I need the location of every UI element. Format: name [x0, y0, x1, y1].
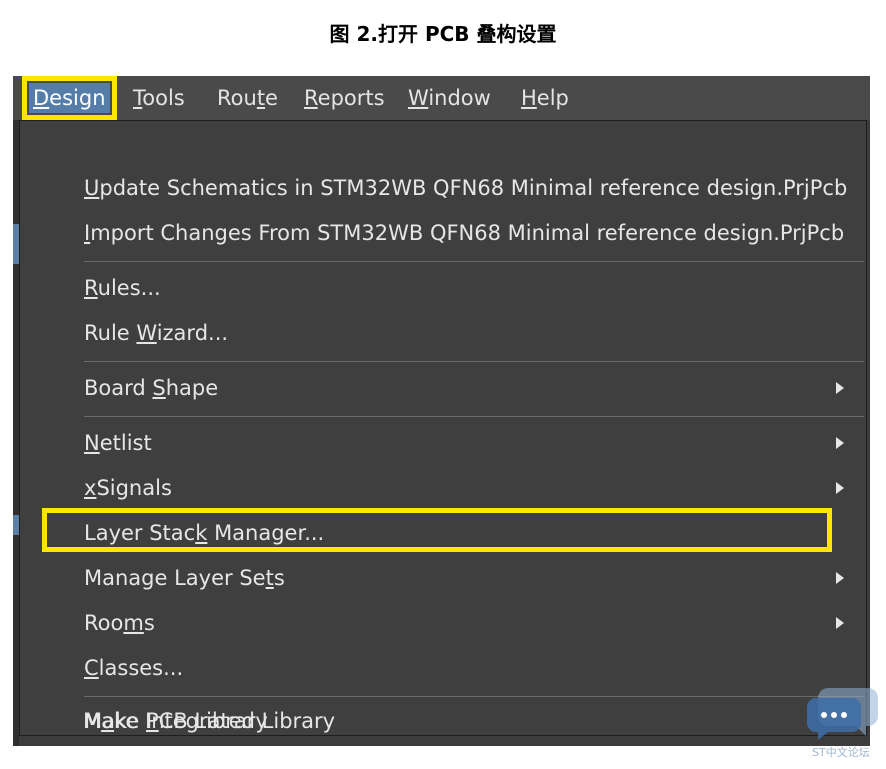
menu-item-xsignals[interactable]: xSignals: [84, 471, 172, 505]
forum-chat-icon: [807, 688, 878, 740]
menu-item-rooms[interactable]: Rooms: [84, 606, 155, 640]
menu-item-make-integrated-library[interactable]: Make Integrated Library: [83, 704, 335, 738]
menu-item-manage-layer-sets[interactable]: Manage Layer Sets: [84, 561, 285, 595]
menu-design[interactable]: Design: [22, 76, 117, 120]
highlight-box: [42, 508, 832, 552]
design-dropdown-menu: Update Schematics in STM32WB QFN68 Minim…: [19, 120, 867, 736]
menu-separator: [84, 361, 864, 362]
submenu-arrow-icon: [836, 437, 844, 449]
menu-route[interactable]: Route: [213, 83, 282, 113]
submenu-arrow-icon: [836, 572, 844, 584]
submenu-arrow-icon: [836, 482, 844, 494]
menu-item-board-shape[interactable]: Board Shape: [84, 371, 218, 405]
menu-item-update-schematics[interactable]: Update Schematics in STM32WB QFN68 Minim…: [84, 171, 847, 205]
menu-item-rules[interactable]: Rules...: [84, 271, 161, 305]
menu-tools[interactable]: Tools: [129, 83, 189, 113]
menu-item-import-changes[interactable]: Import Changes From STM32WB QFN68 Minima…: [84, 216, 844, 250]
watermark-text: ST中文论坛: [812, 746, 870, 759]
menu-separator: [84, 696, 864, 697]
menu-item-rule-wizard[interactable]: Rule Wizard...: [84, 316, 228, 350]
menu-separator: [84, 261, 864, 262]
menu-reports[interactable]: Reports: [300, 83, 389, 113]
menu-separator: [84, 416, 864, 417]
menu-item-classes[interactable]: Classes...: [84, 651, 183, 685]
menu-window[interactable]: Window: [404, 83, 495, 113]
submenu-arrow-icon: [836, 617, 844, 629]
figure-caption: 图 2.打开 PCB 叠构设置: [329, 22, 557, 46]
app-screenshot: Design Tools Route Reports Window Help U…: [13, 76, 870, 746]
menu-item-netlist[interactable]: Netlist: [84, 426, 152, 460]
submenu-arrow-icon: [836, 382, 844, 394]
menubar: Design Tools Route Reports Window Help: [13, 76, 870, 120]
menu-help[interactable]: Help: [517, 83, 573, 113]
